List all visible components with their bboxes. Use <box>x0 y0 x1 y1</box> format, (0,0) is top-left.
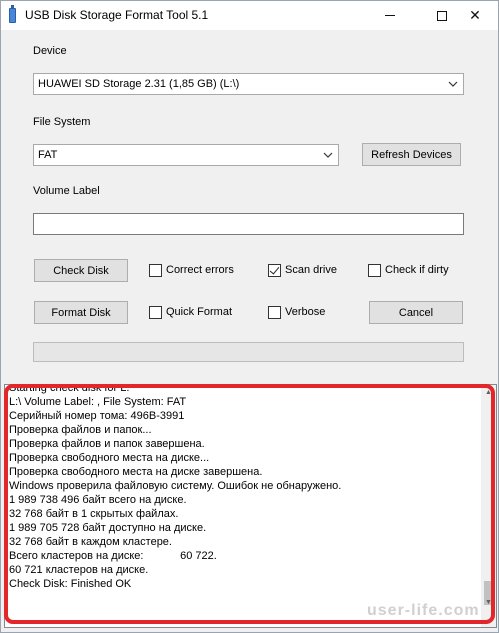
scan-drive-label: Scan drive <box>285 264 337 276</box>
minimize-button[interactable] <box>367 1 413 30</box>
usb-drive-icon <box>9 5 16 23</box>
cancel-button[interactable]: Cancel <box>369 301 463 324</box>
log-line: 32 768 байт в каждом кластере. <box>9 536 172 548</box>
checkbox-box[interactable] <box>368 263 381 277</box>
log-line: L:\ Volume Label: , File System: FAT <box>9 396 187 408</box>
app-window: USB Disk Storage Format Tool 5.1 ✕ Devic… <box>0 0 499 633</box>
correct-errors-checkbox[interactable]: Correct errors <box>149 262 234 278</box>
log-scrollbar[interactable]: ▲ ▼ <box>481 385 496 627</box>
device-select-value: HUAWEI SD Storage 2.31 (1,85 GB) (L:\) <box>38 78 240 90</box>
check-disk-button[interactable]: Check Disk <box>34 259 128 282</box>
check-if-dirty-label: Check if dirty <box>385 264 449 276</box>
log-output[interactable]: Starting check disk for L: L:\ Volume Lab… <box>4 384 497 628</box>
log-line: Проверка свободного места на диске завер… <box>9 466 263 478</box>
log-line: 60 721 кластеров на диске. <box>9 564 149 576</box>
file-system-select[interactable]: FAT <box>33 144 339 166</box>
log-lines: Starting check disk for L: L:\ Volume Lab… <box>9 384 342 591</box>
log-line: Проверка файлов и папок завершена. <box>9 438 205 450</box>
log-line: Starting check disk for L: <box>9 384 130 394</box>
correct-errors-label: Correct errors <box>166 264 234 276</box>
maximize-icon <box>437 10 447 21</box>
log-line: 1 989 738 496 байт всего на диске. <box>9 494 187 506</box>
log-line: 1 989 705 728 байт доступно на диске. <box>9 522 207 534</box>
scroll-down-arrow-icon[interactable]: ▼ <box>484 598 493 607</box>
volume-label-label: Volume Label <box>33 185 100 197</box>
chevron-down-icon <box>448 81 458 87</box>
checkbox-box[interactable] <box>268 305 281 319</box>
log-line: Check Disk: Finished OK <box>9 578 132 590</box>
quick-format-checkbox[interactable]: Quick Format <box>149 304 232 320</box>
scan-drive-checkbox[interactable]: Scan drive <box>268 262 337 278</box>
verbose-checkbox[interactable]: Verbose <box>268 304 325 320</box>
chevron-down-icon <box>323 152 333 158</box>
window-title: USB Disk Storage Format Tool 5.1 <box>25 8 209 22</box>
minimize-icon <box>385 15 395 16</box>
watermark-logo: user-life.com <box>367 602 480 619</box>
checkbox-box[interactable] <box>149 263 162 277</box>
progress-bar <box>33 342 464 362</box>
log-line: 32 768 байт в 1 скрытых файлах. <box>9 508 179 520</box>
device-label: Device <box>33 45 67 57</box>
close-icon: ✕ <box>469 7 481 24</box>
close-button[interactable]: ✕ <box>452 1 498 30</box>
format-disk-button[interactable]: Format Disk <box>34 301 128 324</box>
volume-label-input[interactable] <box>33 213 464 235</box>
log-line: Проверка файлов и папок... <box>9 424 152 436</box>
scroll-up-arrow-icon[interactable]: ▲ <box>484 388 493 397</box>
log-line: Серийный номер тома: 496B-3991 <box>9 410 185 422</box>
file-system-label: File System <box>33 116 91 128</box>
checkbox-box[interactable] <box>149 305 162 319</box>
refresh-devices-button[interactable]: Refresh Devices <box>362 143 461 166</box>
log-line: Windows проверила файловую систему. Ошиб… <box>9 480 342 492</box>
log-line: Всего кластеров на диске: 60 722. <box>9 550 217 562</box>
check-if-dirty-checkbox[interactable]: Check if dirty <box>368 262 449 278</box>
verbose-label: Verbose <box>285 306 326 318</box>
quick-format-label: Quick Format <box>166 306 233 318</box>
title-bar[interactable]: USB Disk Storage Format Tool 5.1 ✕ <box>1 1 498 30</box>
log-line: Проверка свободного места на диске... <box>9 452 210 464</box>
checkbox-box-checked[interactable] <box>268 263 281 277</box>
device-select[interactable]: HUAWEI SD Storage 2.31 (1,85 GB) (L:\) <box>33 73 464 95</box>
file-system-select-value: FAT <box>38 149 58 161</box>
